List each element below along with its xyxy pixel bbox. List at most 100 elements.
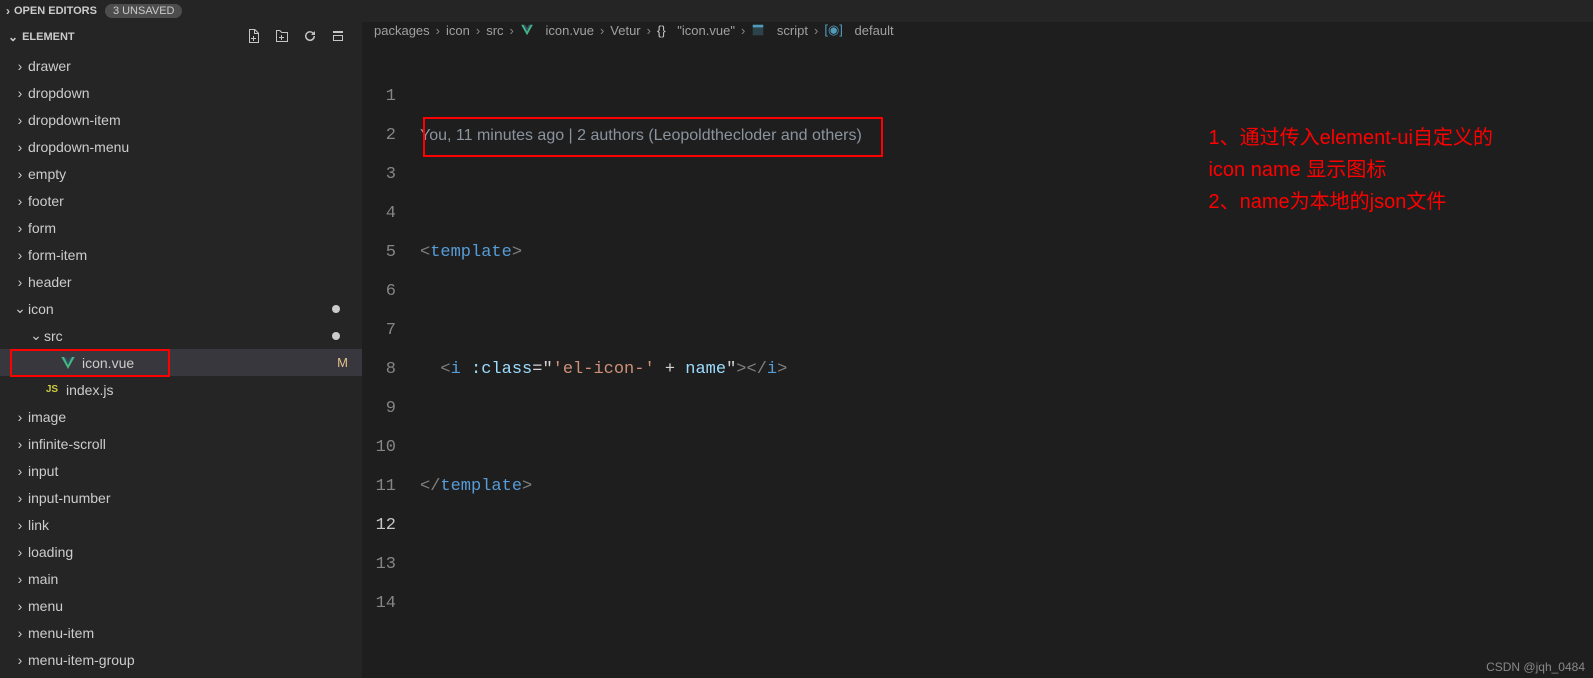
tree-label: src bbox=[44, 328, 332, 344]
tree-label: header bbox=[28, 274, 362, 290]
tree-item-footer[interactable]: ›footer bbox=[0, 187, 362, 214]
tree-item-drawer[interactable]: ›drawer bbox=[0, 52, 362, 79]
line-number: 10 bbox=[362, 428, 396, 467]
new-folder-icon[interactable] bbox=[274, 28, 290, 47]
tree-label: empty bbox=[28, 166, 362, 182]
tree-item-dropdown[interactable]: ›dropdown bbox=[0, 79, 362, 106]
chevron-icon: › bbox=[14, 85, 26, 101]
tree-item-infinite-scroll[interactable]: ›infinite-scroll bbox=[0, 430, 362, 457]
tree-item-input-number[interactable]: ›input-number bbox=[0, 484, 362, 511]
modified-dot-icon bbox=[332, 332, 340, 340]
tree-item-menu[interactable]: ›menu bbox=[0, 592, 362, 619]
chevron-icon: › bbox=[14, 463, 26, 479]
js-file-icon: JS bbox=[44, 382, 60, 398]
tree-label: link bbox=[28, 517, 362, 533]
line-number: 3 bbox=[362, 155, 396, 194]
chevron-icon: › bbox=[14, 436, 26, 452]
line-number: 2 bbox=[362, 116, 396, 155]
vue-file-icon bbox=[60, 355, 76, 371]
git-status: M bbox=[337, 355, 348, 370]
bc-default[interactable]: [◉] default bbox=[824, 22, 893, 38]
chevron-icon: ⌄ bbox=[30, 327, 42, 344]
chevron-icon: › bbox=[14, 571, 26, 587]
tree-label: dropdown-menu bbox=[28, 139, 362, 155]
bc-src[interactable]: src bbox=[486, 23, 503, 38]
bc-packages[interactable]: packages bbox=[374, 23, 430, 38]
tree-item-empty[interactable]: ›empty bbox=[0, 160, 362, 187]
bc-file[interactable]: icon.vue bbox=[520, 23, 594, 38]
tree-label: icon.vue bbox=[82, 355, 337, 371]
tree-item-image[interactable]: ›image bbox=[0, 403, 362, 430]
tree-label: menu bbox=[28, 598, 362, 614]
line-number: 9 bbox=[362, 389, 396, 428]
chevron-icon: › bbox=[14, 652, 26, 668]
line-number: 11 bbox=[362, 467, 396, 506]
line-number: 4 bbox=[362, 194, 396, 233]
tree-item-dropdown-item[interactable]: ›dropdown-item bbox=[0, 106, 362, 133]
chevron-icon: › bbox=[14, 544, 26, 560]
tree-item-dropdown-menu[interactable]: ›dropdown-menu bbox=[0, 133, 362, 160]
tree-label: index.js bbox=[66, 382, 362, 398]
main-area: ⌄ ELEMENT ›drawer›dropdown›dropdown-item… bbox=[0, 22, 1593, 678]
line-number: 1 bbox=[362, 77, 396, 116]
chevron-icon: › bbox=[14, 517, 26, 533]
tree-item-menu-item-group[interactable]: ›menu-item-group bbox=[0, 646, 362, 673]
chevron-icon: › bbox=[14, 598, 26, 614]
top-bar: › OPEN EDITORS 3 unsaved bbox=[0, 0, 1593, 22]
chevron-icon: › bbox=[14, 166, 26, 182]
open-editors-label: OPEN EDITORS bbox=[14, 5, 97, 17]
tree-item-icon-vue[interactable]: icon.vueM bbox=[0, 349, 362, 376]
tree-label: infinite-scroll bbox=[28, 436, 362, 452]
tree-label: input-number bbox=[28, 490, 362, 506]
bc-vetur[interactable]: Vetur bbox=[610, 23, 640, 38]
collapse-all-icon[interactable] bbox=[330, 28, 346, 47]
chevron-right-icon: › bbox=[6, 4, 10, 18]
chevron-down-icon: ⌄ bbox=[8, 30, 18, 44]
chevron-icon: › bbox=[14, 490, 26, 506]
chevron-icon: › bbox=[14, 274, 26, 290]
tree-item-main[interactable]: ›main bbox=[0, 565, 362, 592]
line-number: 14 bbox=[362, 584, 396, 623]
gutter: 1234567891011121314 bbox=[362, 38, 420, 678]
open-editors-section[interactable]: › OPEN EDITORS 3 unsaved bbox=[0, 4, 188, 18]
bc-icon[interactable]: icon bbox=[446, 23, 470, 38]
tree-item-form[interactable]: ›form bbox=[0, 214, 362, 241]
tree-item-icon[interactable]: ⌄icon bbox=[0, 295, 362, 322]
tree-item-index-js[interactable]: JS index.js bbox=[0, 376, 362, 403]
tree-item-src[interactable]: ⌄src bbox=[0, 322, 362, 349]
chevron-icon: › bbox=[14, 409, 26, 425]
tree-item-link[interactable]: ›link bbox=[0, 511, 362, 538]
new-file-icon[interactable] bbox=[246, 28, 262, 47]
sidebar: ⌄ ELEMENT ›drawer›dropdown›dropdown-item… bbox=[0, 22, 362, 678]
modified-dot-icon bbox=[332, 305, 340, 313]
line-number: 12 bbox=[362, 506, 396, 545]
tree-label: form bbox=[28, 220, 362, 236]
tree-label: icon bbox=[28, 301, 332, 317]
breadcrumb[interactable]: packages› icon› src› icon.vue› Vetur› {}… bbox=[362, 22, 1593, 38]
line-number: 13 bbox=[362, 545, 396, 584]
tree-label: menu-item-group bbox=[28, 652, 362, 668]
tree-item-form-item[interactable]: ›form-item bbox=[0, 241, 362, 268]
line-number: 5 bbox=[362, 233, 396, 272]
tree-label: dropdown bbox=[28, 85, 362, 101]
line-number: 7 bbox=[362, 311, 396, 350]
refresh-icon[interactable] bbox=[302, 28, 318, 47]
tree-item-menu-item[interactable]: ›menu-item bbox=[0, 619, 362, 646]
tree-item-header[interactable]: ›header bbox=[0, 268, 362, 295]
tree-label: image bbox=[28, 409, 362, 425]
tree-item-input[interactable]: ›input bbox=[0, 457, 362, 484]
line-number: 6 bbox=[362, 272, 396, 311]
sidebar-header[interactable]: ⌄ ELEMENT bbox=[0, 22, 362, 52]
tree-item-loading[interactable]: ›loading bbox=[0, 538, 362, 565]
chevron-icon: › bbox=[14, 58, 26, 74]
sidebar-actions bbox=[246, 28, 354, 47]
chevron-icon: › bbox=[14, 112, 26, 128]
chevron-icon: › bbox=[14, 193, 26, 209]
editor: packages› icon› src› icon.vue› Vetur› {}… bbox=[362, 22, 1593, 678]
file-tree[interactable]: ›drawer›dropdown›dropdown-item›dropdown-… bbox=[0, 52, 362, 678]
tree-label: footer bbox=[28, 193, 362, 209]
bc-script[interactable]: script bbox=[751, 23, 808, 38]
tree-label: menu-item bbox=[28, 625, 362, 641]
bc-json[interactable]: {} "icon.vue" bbox=[657, 23, 735, 38]
tree-label: dropdown-item bbox=[28, 112, 362, 128]
